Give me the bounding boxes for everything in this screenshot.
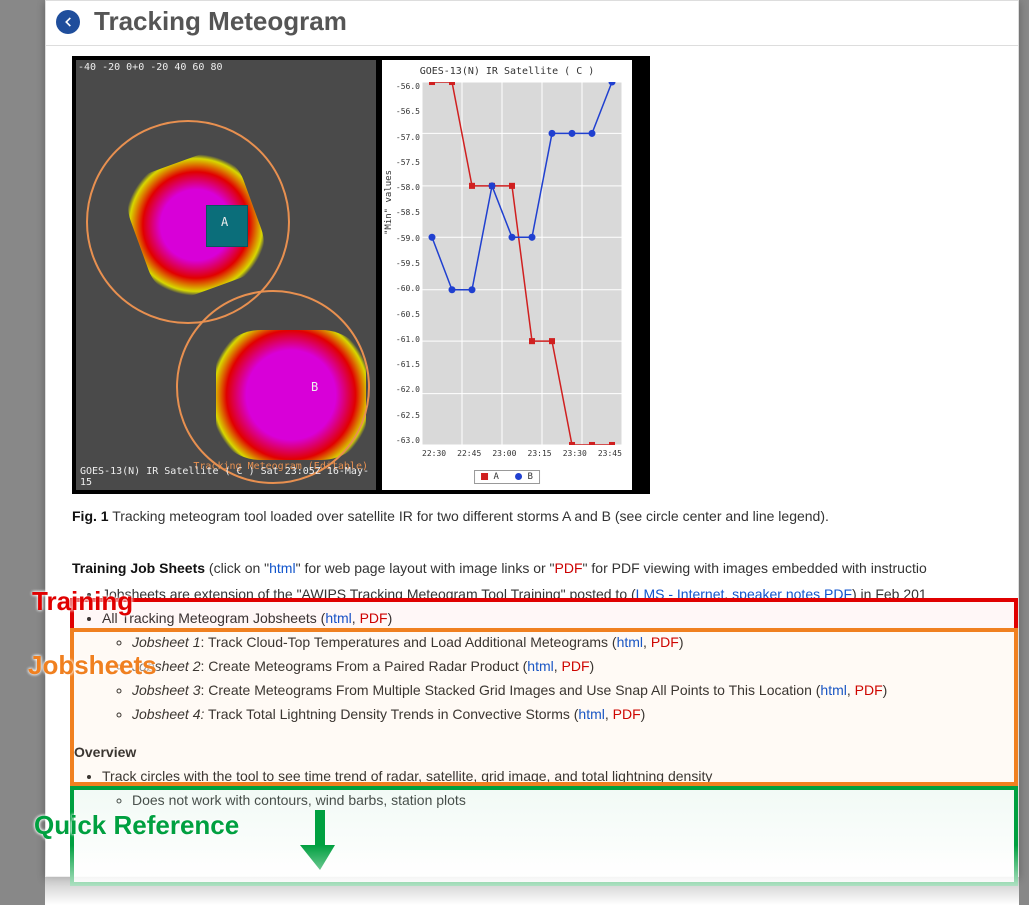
training-head: Training Job Sheets (click on "html" for…	[72, 560, 992, 576]
label-a: A	[221, 215, 228, 229]
document-page: Tracking Meteogram -40 -20 0+0 -20 40 60…	[45, 0, 1019, 877]
chart-xticks: 22:3022:4523:0023:1523:3023:45	[422, 449, 622, 458]
pdf-link[interactable]: PDF	[613, 706, 641, 722]
sat-footer-label: GOES-13(N) IR Satellite ( C ) Sat 23:05Z…	[80, 466, 376, 488]
speaker-notes-link[interactable]: speaker notes PDF	[732, 586, 852, 602]
chart-plot-area	[422, 82, 622, 445]
list-item: Jobsheet 2: Create Meteograms From a Pai…	[132, 658, 992, 674]
list-item: Track circles with the tool to see time …	[102, 768, 992, 784]
lms-link[interactable]: LMS - Internet	[636, 586, 725, 602]
pdf-link[interactable]: PDF	[651, 634, 679, 650]
list-item: Jobsheet 3: Create Meteograms From Multi…	[132, 682, 992, 698]
sub-list: Jobsheet 1: Track Cloud-Top Temperatures…	[102, 634, 992, 722]
html-link[interactable]: html	[617, 634, 643, 650]
list-item: Jobsheet 4: Track Total Lightning Densit…	[132, 706, 992, 722]
chart-panel: GOES-13(N) IR Satellite ( C ) -56.0-56.5…	[382, 60, 632, 490]
page-header: Tracking Meteogram	[46, 1, 1018, 46]
list-item: Jobsheet 1: Track Cloud-Top Temperatures…	[132, 634, 992, 650]
overview-list: Track circles with the tool to see time …	[72, 768, 992, 808]
chart-ylabel: "Min" values	[384, 170, 394, 235]
list-item: All Tracking Meteogram Jobsheets (html, …	[102, 610, 992, 722]
chart-yticks: -56.0-56.5-57.0-57.5-58.0-58.5-59.0-59.5…	[392, 82, 420, 445]
chart-title: GOES-13(N) IR Satellite ( C )	[382, 60, 632, 79]
figure-caption: Fig. 1 Tracking meteogram tool loaded ov…	[72, 508, 992, 524]
list-item: Does not work with contours, wind barbs,…	[132, 792, 992, 808]
back-icon[interactable]	[56, 10, 80, 34]
chart-legend: A B	[474, 470, 540, 484]
html-link[interactable]: html	[527, 658, 553, 674]
pdf-link[interactable]: PDF	[562, 658, 590, 674]
tjs-bold: Training Job Sheets	[72, 560, 205, 576]
html-link[interactable]: html	[820, 682, 846, 698]
page-title: Tracking Meteogram	[94, 6, 347, 37]
caption-text: Tracking meteogram tool loaded over sate…	[109, 508, 829, 524]
pdf-link[interactable]: PDF	[855, 682, 883, 698]
caption-bold: Fig. 1	[72, 508, 109, 524]
satellite-panel: -40 -20 0+0 -20 40 60 80 A B Tracking Me…	[76, 60, 376, 490]
list-item: Jobsheets are extension of the "AWIPS Tr…	[102, 586, 992, 602]
content-area: -40 -20 0+0 -20 40 60 80 A B Tracking Me…	[46, 46, 1018, 808]
pdf-link[interactable]: PDF	[555, 560, 583, 576]
label-b: B	[311, 380, 318, 394]
pdf-link[interactable]: PDF	[360, 610, 388, 626]
circle-b	[176, 290, 370, 484]
html-link[interactable]: html	[269, 560, 295, 576]
overview-heading: Overview	[74, 744, 992, 760]
bullet-list: Jobsheets are extension of the "AWIPS Tr…	[72, 586, 992, 722]
figure-row: -40 -20 0+0 -20 40 60 80 A B Tracking Me…	[72, 56, 650, 494]
html-link[interactable]: html	[578, 706, 604, 722]
fade-overlay	[45, 845, 1019, 905]
html-link[interactable]: html	[325, 610, 351, 626]
sat-scale-label: -40 -20 0+0 -20 40 60 80	[78, 62, 223, 73]
